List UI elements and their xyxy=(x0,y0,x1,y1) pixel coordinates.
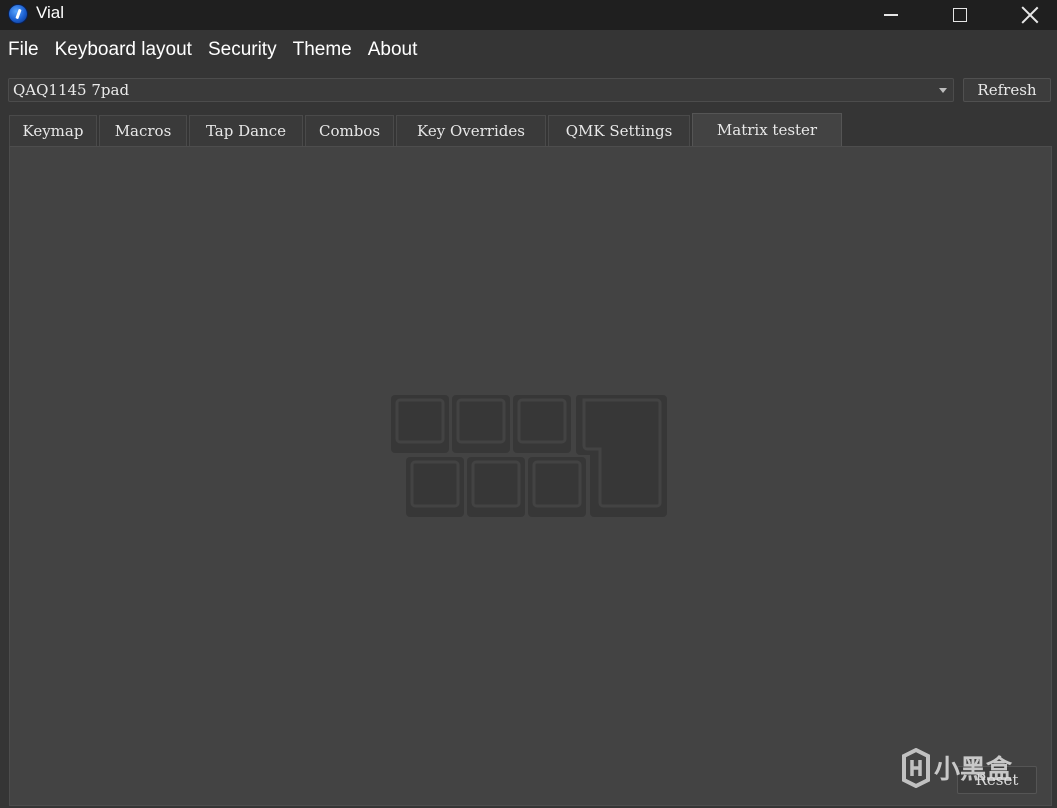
chevron-down-icon xyxy=(939,88,947,93)
matrix-tester-panel xyxy=(9,146,1052,806)
title-bar: Vial xyxy=(0,0,1057,30)
close-button[interactable] xyxy=(995,0,1057,30)
tab-tap-dance[interactable]: Tap Dance xyxy=(189,115,303,147)
watermark-text: 小黑盒 xyxy=(934,754,1013,785)
tab-key-overrides[interactable]: Key Overrides xyxy=(396,115,546,147)
refresh-button[interactable]: Refresh xyxy=(963,78,1051,102)
menu-file[interactable]: File xyxy=(0,36,47,64)
minimize-icon xyxy=(884,14,898,16)
maximize-icon xyxy=(953,8,967,22)
tab-macros[interactable]: Macros xyxy=(99,115,187,147)
vial-app-icon xyxy=(8,4,28,24)
close-icon xyxy=(1021,6,1039,24)
device-select-value: QAQ1145 7pad xyxy=(13,81,130,99)
menu-bar: File Keyboard layout Security Theme Abou… xyxy=(0,36,1057,64)
tab-combos[interactable]: Combos xyxy=(305,115,394,147)
tab-bar: Keymap Macros Tap Dance Combos Key Overr… xyxy=(9,113,844,147)
window-title: Vial xyxy=(36,3,65,22)
menu-security[interactable]: Security xyxy=(200,36,285,64)
menu-keyboard-layout[interactable]: Keyboard layout xyxy=(47,36,200,64)
minimize-button[interactable] xyxy=(856,0,926,30)
xiaoheihe-watermark-logo: 小黑盒 xyxy=(902,748,1013,788)
tab-keymap[interactable]: Keymap xyxy=(9,115,97,147)
device-select[interactable]: QAQ1145 7pad xyxy=(8,78,954,102)
keyboard-placeholder-icon xyxy=(391,395,667,517)
maximize-button[interactable] xyxy=(925,0,995,30)
tab-matrix-tester[interactable]: Matrix tester xyxy=(692,113,842,147)
menu-theme[interactable]: Theme xyxy=(285,36,360,64)
tab-qmk-settings[interactable]: QMK Settings xyxy=(548,115,690,147)
menu-about[interactable]: About xyxy=(360,36,426,64)
